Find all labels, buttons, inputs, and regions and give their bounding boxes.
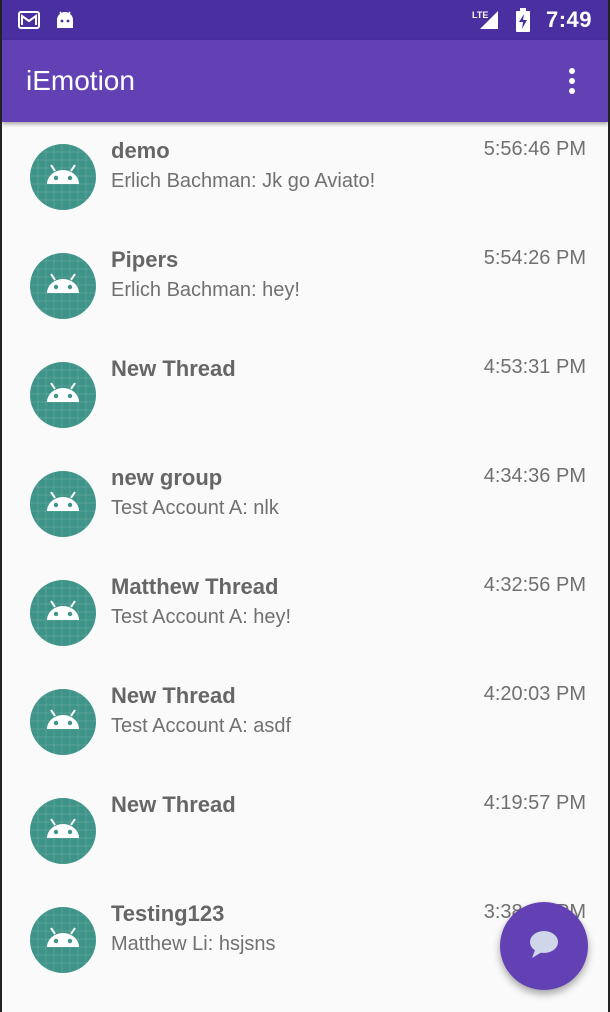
thread-row[interactable]: new group Test Account A: nlk 4:34:36 PM [2, 449, 608, 558]
new-chat-button[interactable] [500, 902, 588, 990]
thread-time: 5:56:46 PM [483, 138, 586, 160]
thread-time: 4:20:03 PM [483, 683, 586, 705]
screen: LTE 7:49 iEmotion demo Erlich Bachman: J… [0, 0, 610, 1012]
thread-time: 4:53:31 PM [483, 356, 586, 378]
app-bar: iEmotion [2, 40, 608, 122]
thread-row[interactable]: Pipers Erlich Bachman: hey! 5:54:26 PM [2, 231, 608, 340]
thread-preview: Erlich Bachman: hey! [111, 279, 300, 301]
chat-bubble-icon [527, 928, 561, 965]
thread-preview: Test Account A: asdf [111, 715, 292, 737]
thread-row[interactable]: New Thread 4:53:31 PM [2, 340, 608, 449]
thread-list: demo Erlich Bachman: Jk go Aviato! 5:56:… [2, 122, 608, 994]
thread-name: Matthew Thread [111, 574, 279, 599]
android-avatar-icon [30, 362, 96, 428]
status-bar: LTE 7:49 [2, 0, 608, 40]
thread-preview: Erlich Bachman: Jk go Aviato! [111, 170, 376, 192]
thread-row[interactable]: Matthew Thread Test Account A: hey! 4:32… [2, 558, 608, 667]
android-avatar-icon [30, 144, 96, 210]
android-icon [54, 9, 76, 31]
thread-time: 5:54:26 PM [483, 247, 586, 269]
thread-row[interactable]: New Thread 4:19:57 PM [2, 776, 608, 885]
thread-name: New Thread [111, 792, 236, 817]
app-title: iEmotion [26, 65, 135, 96]
battery-charging-icon [512, 8, 534, 32]
more-vert-icon[interactable] [560, 61, 584, 101]
svg-text:LTE: LTE [472, 10, 488, 20]
android-avatar-icon [30, 798, 96, 864]
thread-name: New Thread [111, 683, 236, 708]
thread-name: New Thread [111, 356, 236, 381]
android-avatar-icon [30, 580, 96, 646]
android-avatar-icon [30, 253, 96, 319]
thread-name: Testing123 [111, 901, 225, 926]
thread-preview: Test Account A: nlk [111, 497, 279, 519]
lte-signal-icon: LTE [472, 9, 500, 31]
thread-time: 4:34:36 PM [483, 465, 586, 487]
android-avatar-icon [30, 471, 96, 537]
android-avatar-icon [30, 689, 96, 755]
thread-time: 4:19:57 PM [483, 792, 586, 814]
gmail-icon [18, 9, 40, 31]
thread-preview: Test Account A: hey! [111, 606, 292, 628]
thread-row[interactable]: New Thread Test Account A: asdf 4:20:03 … [2, 667, 608, 776]
thread-name: new group [111, 465, 223, 490]
status-clock: 7:49 [545, 7, 592, 32]
thread-name: Pipers [111, 247, 179, 272]
android-avatar-icon [30, 907, 96, 973]
thread-preview: Matthew Li: hsjsns [111, 933, 276, 955]
thread-name: demo [111, 138, 170, 163]
thread-row[interactable]: demo Erlich Bachman: Jk go Aviato! 5:56:… [2, 122, 608, 231]
thread-time: 4:32:56 PM [483, 574, 586, 596]
